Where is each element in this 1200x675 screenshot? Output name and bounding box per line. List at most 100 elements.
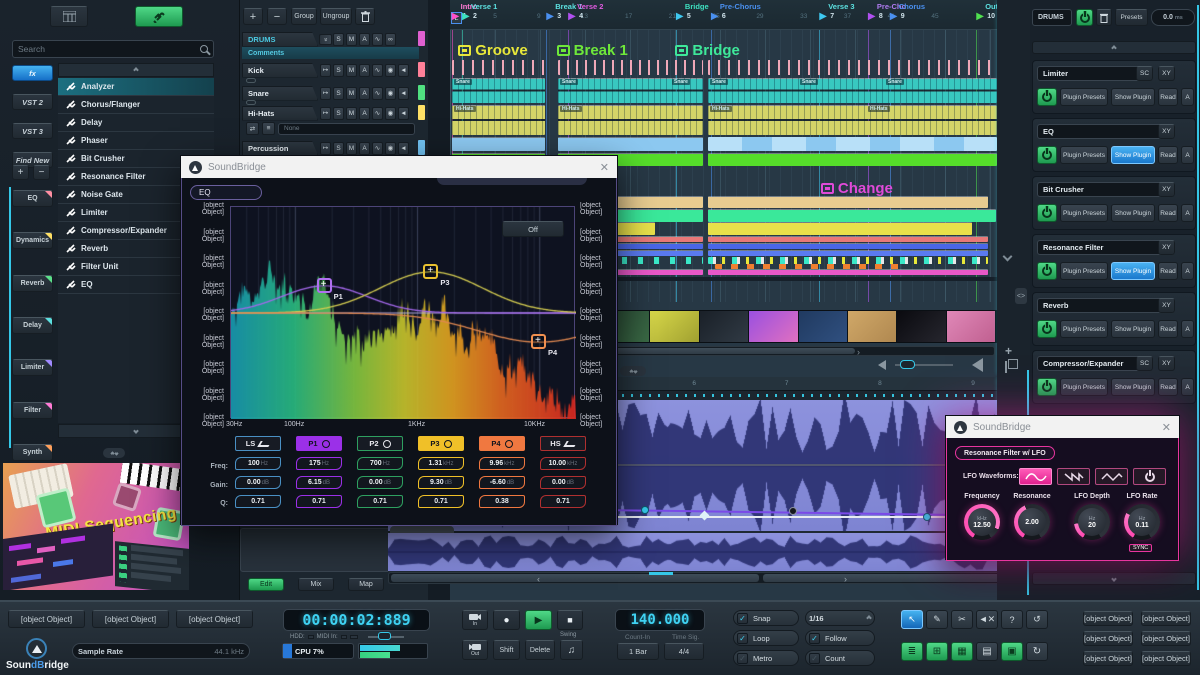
band-q-field[interactable]: 0.71 <box>235 495 281 508</box>
plugin-list-item[interactable]: Phaser <box>58 132 214 150</box>
speaker-icon[interactable]: ◄ <box>398 64 409 77</box>
punch-out-button[interactable]: Out <box>462 640 488 660</box>
automation-mode-button[interactable]: A <box>1181 378 1194 396</box>
section-label[interactable]: Change <box>821 180 893 197</box>
category-button[interactable]: Reverb <box>12 275 53 292</box>
eq-off-button[interactable]: Off <box>502 221 564 237</box>
category-button[interactable]: Dynamics <box>12 232 53 249</box>
plugin-presets-button[interactable]: Plugin Presets <box>1060 146 1108 164</box>
rack-scroll-up[interactable] <box>1032 41 1196 54</box>
master-track-row[interactable]: DRUMS » S M A ∿ ∞ <box>242 31 396 47</box>
video-thumbnail[interactable] <box>897 311 946 342</box>
search-box[interactable]: Search <box>12 40 214 58</box>
record-button[interactable]: ● <box>493 610 520 630</box>
band-freq-field[interactable]: 700Hz <box>357 457 403 470</box>
solo-button[interactable]: S <box>333 87 344 100</box>
band-q-field[interactable]: 0.71 <box>540 495 586 508</box>
piano-roll-view[interactable]: ▦ <box>951 642 973 661</box>
add-track-button[interactable]: + <box>243 8 263 25</box>
band-q-field[interactable]: 0.71 <box>296 495 342 508</box>
automation-point[interactable] <box>789 507 797 515</box>
io-icon[interactable]: ↦ <box>320 64 331 77</box>
eq-band-chip[interactable]: P2 <box>357 436 403 451</box>
close-icon[interactable]: ✕ <box>1162 421 1171 434</box>
solo-button[interactable]: S <box>333 107 344 120</box>
read-automation-button[interactable]: Read <box>1158 146 1178 164</box>
plugin-list-item[interactable]: Analyzer <box>58 78 214 96</box>
action-button[interactable]: [object Object] <box>1083 631 1133 646</box>
band-freq-field[interactable]: 9.96kHz <box>479 457 525 470</box>
track-row[interactable]: Percussion ↦ S M A ∿ ◉ ◄ <box>242 140 409 156</box>
menu-icon[interactable]: ≡ <box>262 122 275 135</box>
automation-icon[interactable]: ∿ <box>372 107 383 120</box>
panel-resize-handle[interactable]: <> <box>1015 288 1027 304</box>
section-label[interactable]: Groove <box>458 42 528 59</box>
band-q-field[interactable]: 0.38 <box>479 495 525 508</box>
track-name[interactable]: Percussion <box>242 141 318 156</box>
automation-mode-button[interactable]: A <box>1181 262 1194 280</box>
automation-point[interactable] <box>923 513 931 521</box>
show-plugin-button[interactable]: Show Plugin <box>1111 146 1155 164</box>
timeline-ruler[interactable]: L 59131721252933374145 Intro ▶ 1 Verse 1… <box>450 0 997 30</box>
scroll-left-arrow[interactable]: ‹ <box>537 574 540 584</box>
monitor-icon[interactable]: ◉ <box>385 107 396 120</box>
zoom-slider-track[interactable] <box>895 364 953 366</box>
plugin-presets-button[interactable]: Plugin Presets <box>1060 88 1108 106</box>
arm-button[interactable]: A <box>359 64 370 77</box>
mute-tool[interactable]: ◄✕ <box>976 610 998 629</box>
redo-button[interactable]: ↻ <box>1026 642 1048 661</box>
sample-rate-field[interactable]: Sample Rate 44.1 kHz <box>72 643 250 659</box>
category-button[interactable]: Filter <box>12 402 53 419</box>
read-automation-button[interactable]: Read <box>1158 262 1178 280</box>
plugin-presets-button[interactable]: Plugin Presets <box>1060 320 1108 338</box>
arm-button[interactable]: A <box>359 87 370 100</box>
knob[interactable]: Hz0.11 <box>1124 504 1160 540</box>
band-freq-field[interactable]: 175Hz <box>296 457 342 470</box>
eq-band-chip[interactable]: LS <box>235 436 281 451</box>
monitor-icon[interactable]: ◉ <box>385 87 396 100</box>
mute-button[interactable]: M <box>346 64 357 77</box>
track-list-view[interactable]: ≣ <box>901 642 923 661</box>
video-thumbnail[interactable] <box>700 311 749 342</box>
band-freq-field[interactable]: 100Hz <box>235 457 281 470</box>
pads-view[interactable]: ▣ <box>1001 642 1023 661</box>
band-q-field[interactable]: 0.71 <box>357 495 403 508</box>
category-button[interactable]: EQ <box>12 190 53 207</box>
knob[interactable]: Hz20 <box>1074 504 1110 540</box>
plugin-presets-button[interactable]: Plugin Presets <box>1060 204 1108 222</box>
step-sequencer-view[interactable]: ▤ <box>976 642 998 661</box>
remove-track-button[interactable]: − <box>267 8 287 25</box>
show-plugin-button[interactable]: Show Plugin <box>1111 88 1155 106</box>
window-titlebar[interactable]: SoundBridge ✕ <box>181 156 617 178</box>
link-icon[interactable]: ∞ <box>385 33 396 46</box>
plugin-slot-name[interactable]: EQ <box>1037 124 1175 139</box>
menu-button[interactable]: [object Object] <box>8 610 85 628</box>
plugin-type-tab[interactable]: VST 3 <box>12 123 53 139</box>
arm-button[interactable]: A <box>359 107 370 120</box>
eq-band-handle[interactable]: P3 <box>423 264 438 279</box>
automation-mode-button[interactable]: A <box>1181 88 1194 106</box>
browser-view-button[interactable] <box>50 6 88 27</box>
mute-button[interactable]: M <box>346 33 357 46</box>
action-button[interactable]: [object Object] <box>1141 651 1191 666</box>
plugin-slot-name[interactable]: Reverb <box>1037 298 1175 313</box>
track-name[interactable]: Snare <box>242 86 318 101</box>
track-row[interactable]: Kick ↦ S M A ∿ ◉ ◄ <box>242 62 409 78</box>
toggle-button[interactable]: ✓ Snap <box>733 610 799 626</box>
section-label[interactable]: Break 1 <box>557 42 628 59</box>
automation-icon[interactable]: ∿ <box>372 64 383 77</box>
cursor-tool[interactable]: ↖ <box>901 610 923 629</box>
scroll-down-icon[interactable] <box>1004 252 1011 262</box>
undo-button[interactable]: ↺ <box>1026 610 1048 629</box>
category-button[interactable]: Delay <box>12 317 53 334</box>
plugin-power-button[interactable] <box>1037 204 1057 222</box>
automation-mode-button[interactable]: A <box>1181 146 1194 164</box>
show-plugin-button[interactable]: Show Plugin <box>1111 262 1155 280</box>
plugin-slot-name[interactable]: Resonance Filter <box>1037 240 1175 255</box>
comments-row[interactable]: Comments <box>242 47 419 59</box>
stop-button[interactable]: ■ <box>557 610 583 630</box>
band-freq-field[interactable]: 10.00kHz <box>540 457 586 470</box>
action-button[interactable]: [object Object] <box>1141 611 1191 626</box>
toggle-button[interactable]: ✓ Metro <box>733 650 799 666</box>
editor-tab[interactable]: Map <box>348 578 384 591</box>
